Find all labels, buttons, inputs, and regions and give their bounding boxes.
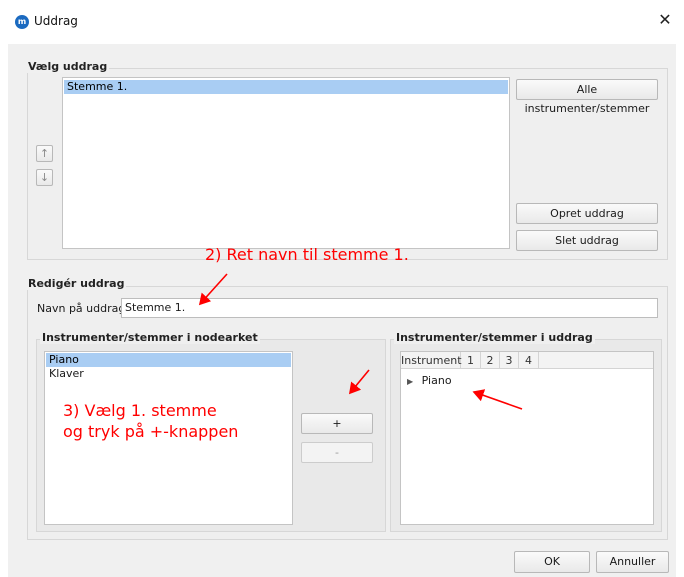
arrow-to-name-field xyxy=(198,273,228,306)
arrow-to-add-button xyxy=(348,369,370,395)
annotation-arrows xyxy=(198,273,523,410)
arrow-to-piano-row xyxy=(472,389,523,410)
